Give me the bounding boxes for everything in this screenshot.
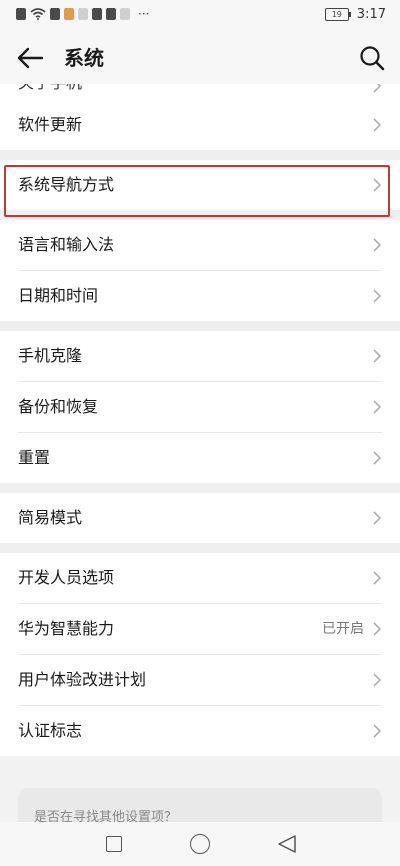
list-item-certification[interactable]: 认证标志	[18, 706, 382, 756]
list-item-backup-restore[interactable]: 备份和恢复	[18, 382, 382, 433]
app-notification-icon	[120, 8, 130, 20]
list-item-label: 语言和输入法	[18, 235, 115, 254]
settings-group: 关于手机 软件更新	[0, 84, 400, 150]
recent-apps-icon[interactable]	[106, 836, 122, 852]
home-icon[interactable]	[190, 834, 210, 854]
chevron-right-icon	[373, 289, 382, 303]
divider	[0, 150, 400, 160]
divider	[0, 210, 400, 220]
settings-group: 系统导航方式	[0, 160, 400, 210]
arrow-left-icon[interactable]	[14, 44, 46, 72]
list-item-label: 华为智慧能力	[18, 619, 115, 638]
status-bar: ··· 19 3:17	[0, 0, 400, 32]
list-item-label: 日期和时间	[18, 286, 99, 305]
divider	[0, 321, 400, 331]
chevron-right-icon	[373, 84, 382, 93]
more-notifications: ···	[138, 7, 150, 21]
status-right: 19 3:17	[324, 7, 386, 22]
chevron-right-icon	[373, 238, 382, 252]
page-title: 系统	[64, 46, 104, 70]
divider	[0, 483, 400, 493]
settings-group: 手机克隆 备份和恢复 重置	[0, 331, 400, 483]
clock: 3:17	[356, 7, 386, 22]
list-item-phone-clone[interactable]: 手机克隆	[18, 331, 382, 382]
list-item-user-experience[interactable]: 用户体验改进计划	[18, 655, 382, 706]
list-item-software-update[interactable]: 软件更新	[18, 100, 382, 150]
chevron-right-icon	[373, 724, 382, 738]
chevron-right-icon	[373, 511, 382, 525]
app-header: 系统	[0, 32, 400, 84]
list-item-label: 重置	[18, 448, 51, 467]
notification-icon	[16, 8, 26, 20]
status-value: 已开启	[322, 621, 364, 637]
list-item-simple-mode[interactable]: 简易模式	[18, 493, 382, 543]
list-item-developer-options[interactable]: 开发人员选项	[18, 553, 382, 604]
settings-group: 简易模式	[0, 493, 400, 543]
settings-list: 关于手机 软件更新 系统导航方式 语言和输入法 日期和时间 手机克隆	[0, 84, 400, 756]
system-navigation-bar	[0, 822, 400, 866]
list-item-label: 手机克隆	[18, 346, 83, 365]
sim-icon	[50, 8, 60, 20]
app-notification-icon	[78, 8, 88, 20]
app-notification-icon	[106, 8, 116, 20]
list-item-huawei-assistant[interactable]: 华为智慧能力 已开启	[18, 604, 382, 655]
list-item-label: 备份和恢复	[18, 397, 99, 416]
chevron-right-icon	[373, 349, 382, 363]
settings-group: 语言和输入法 日期和时间	[0, 220, 400, 321]
list-item-system-navigation[interactable]: 系统导航方式	[18, 160, 382, 210]
list-item-label: 软件更新	[18, 115, 83, 134]
list-item-label: 用户体验改进计划	[18, 670, 147, 689]
list-item-label: 关于手机	[18, 84, 82, 100]
chevron-right-icon	[373, 118, 382, 132]
list-item-label: 认证标志	[18, 721, 83, 740]
chevron-right-icon	[373, 622, 382, 636]
search-icon[interactable]	[358, 44, 386, 72]
chevron-right-icon	[373, 571, 382, 585]
list-item-reset[interactable]: 重置	[18, 433, 382, 483]
divider	[0, 543, 400, 553]
app-notification-icon	[64, 8, 74, 20]
chevron-right-icon	[373, 400, 382, 414]
wifi-icon	[30, 8, 46, 20]
list-item-date-time[interactable]: 日期和时间	[18, 271, 382, 321]
status-icons: ···	[16, 8, 149, 20]
app-notification-icon	[92, 8, 102, 20]
list-item-label: 开发人员选项	[18, 568, 115, 587]
chevron-right-icon	[373, 451, 382, 465]
list-item-about-phone[interactable]: 关于手机	[18, 84, 382, 100]
back-triangle-icon[interactable]	[276, 834, 298, 854]
list-item-language-input[interactable]: 语言和输入法	[18, 220, 382, 271]
list-item-label: 简易模式	[18, 508, 83, 527]
list-item-label: 系统导航方式	[18, 175, 115, 194]
battery-icon: 19	[324, 8, 351, 21]
chevron-right-icon	[373, 673, 382, 687]
chevron-right-icon	[373, 178, 382, 192]
settings-group: 开发人员选项 华为智慧能力 已开启 用户体验改进计划 认证标志	[0, 553, 400, 756]
